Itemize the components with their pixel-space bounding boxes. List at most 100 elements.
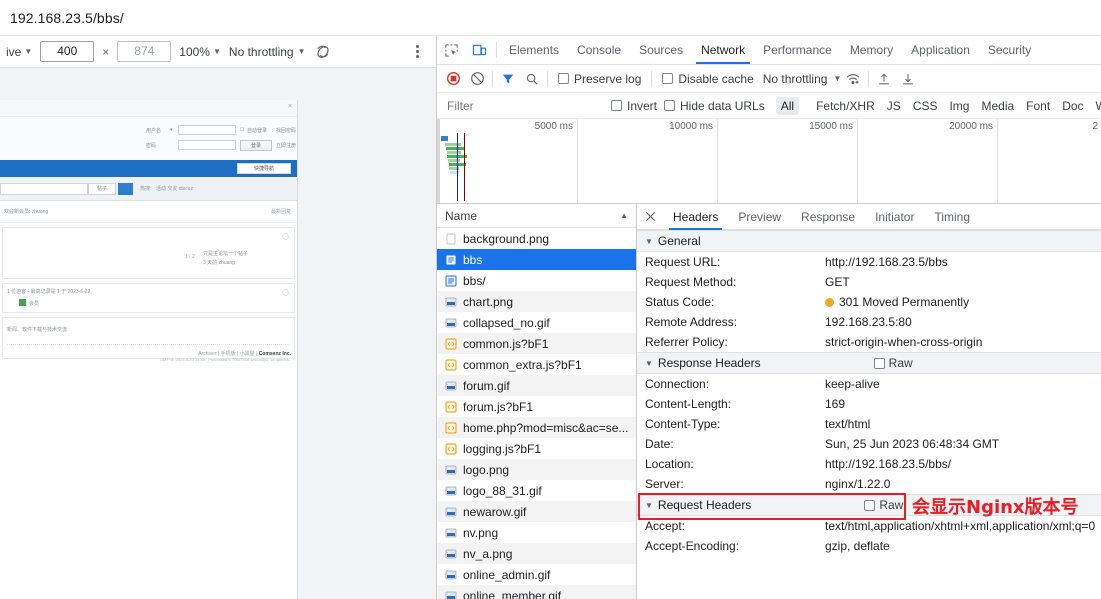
autologin-checkbox[interactable]: ☐ <box>240 127 244 133</box>
raw-toggle-response[interactable]: Raw <box>873 356 913 370</box>
request-row[interactable]: logo_88_31.gif <box>437 480 636 501</box>
tab-sources[interactable]: Sources <box>630 36 692 64</box>
request-row[interactable]: nv_a.png <box>437 543 636 564</box>
tab-network[interactable]: Network <box>692 36 754 64</box>
request-row[interactable]: bbs <box>437 249 636 270</box>
viewport-width-input[interactable]: 400 <box>40 41 95 62</box>
header-value[interactable]: nginx/1.22.0 <box>825 477 890 491</box>
search-icon[interactable] <box>520 67 544 91</box>
detail-tab-response[interactable]: Response <box>791 204 865 230</box>
request-list-header[interactable]: Name ▲ <box>437 204 636 228</box>
find-password-link[interactable]: 找回密码 <box>276 127 296 134</box>
device-toolbar-more-options[interactable] <box>410 45 430 58</box>
header-value[interactable]: gzip, deflate <box>825 539 890 553</box>
detail-tab-initiator[interactable]: Initiator <box>865 204 924 230</box>
header-value[interactable]: Sun, 25 Jun 2023 06:48:34 GMT <box>825 437 999 451</box>
request-row[interactable]: online_member.gif <box>437 585 636 599</box>
collapse-toggle-icon[interactable] <box>282 233 289 240</box>
raw-toggle-request[interactable]: Raw <box>864 498 903 512</box>
block1-thread-title[interactable]: 只是主论坛一个帖子 <box>203 250 248 257</box>
filter-chip-css[interactable]: CSS <box>908 97 943 115</box>
emulated-page-frame[interactable]: × 用户名 ▾ ☐ 自动登录 找回密码 密码 登录 立即注册 快捷导航 帖子 热… <box>0 100 298 599</box>
close-icon[interactable]: × <box>288 103 292 110</box>
request-row[interactable]: forum.js?bF1 <box>437 396 636 417</box>
request-row[interactable]: forum.gif <box>437 375 636 396</box>
request-row[interactable]: home.php?mod=misc&ac=se... <box>437 417 636 438</box>
close-icon[interactable] <box>637 211 663 222</box>
viewport-height-input[interactable]: 874 <box>117 41 172 62</box>
filter-chip-img[interactable]: Img <box>944 97 974 115</box>
invert-checkbox[interactable]: Invert <box>604 99 664 113</box>
export-har-icon[interactable] <box>896 67 920 91</box>
detail-tab-timing[interactable]: Timing <box>924 204 980 230</box>
tab-application[interactable]: Application <box>902 36 979 64</box>
header-value[interactable]: text/html,application/xhtml+xml,applicat… <box>825 519 1095 533</box>
request-row[interactable]: collapsed_no.gif <box>437 312 636 333</box>
filter-chip-all[interactable]: All <box>775 96 800 115</box>
request-row[interactable]: background.png <box>437 228 636 249</box>
search-category-select[interactable]: 帖子 <box>88 183 116 195</box>
login-button[interactable]: 登录 <box>240 140 272 151</box>
filter-input[interactable] <box>445 96 604 115</box>
header-value[interactable]: 169 <box>825 397 845 411</box>
filter-chip-doc[interactable]: Doc <box>1057 97 1088 115</box>
request-row[interactable]: common.js?bF1 <box>437 333 636 354</box>
rotate-icon[interactable] <box>314 43 332 61</box>
password-input[interactable] <box>178 140 236 150</box>
request-row[interactable]: logo.png <box>437 459 636 480</box>
request-row[interactable]: common_extra.js?bF1 <box>437 354 636 375</box>
collapse-toggle-icon[interactable] <box>282 289 289 296</box>
request-list[interactable]: Name ▲ background.png bbs bbs/chart.png col… <box>437 204 637 599</box>
hide-data-urls-checkbox[interactable]: Hide data URLs <box>664 99 772 113</box>
record-stop-icon[interactable] <box>441 67 465 91</box>
network-conditions-icon[interactable] <box>841 67 865 91</box>
header-value[interactable]: 192.168.23.5:80 <box>825 315 912 329</box>
tab-console[interactable]: Console <box>568 36 630 64</box>
filter-icon[interactable] <box>496 67 520 91</box>
sort-ascending-icon[interactable]: ▲ <box>620 211 628 220</box>
detail-tab-preview[interactable]: Preview <box>728 204 791 230</box>
header-value[interactable]: keep-alive <box>825 377 880 391</box>
inspect-element-icon[interactable] <box>437 36 465 64</box>
latest-reply-label[interactable]: 最新回复 <box>271 208 291 215</box>
toggle-device-toolbar-icon[interactable] <box>465 36 493 64</box>
network-throttling-select[interactable]: No throttling ▼ <box>761 72 842 86</box>
filter-chip-ws[interactable]: WS <box>1091 97 1101 115</box>
section-header-response-headers[interactable]: ▼ Response Headers Raw <box>637 352 1101 374</box>
register-link[interactable]: 立即注册 <box>276 142 296 149</box>
filter-chip-font[interactable]: Font <box>1021 97 1055 115</box>
disable-cache-checkbox[interactable]: Disable cache <box>655 72 760 86</box>
header-value[interactable]: strict-origin-when-cross-origin <box>825 335 982 349</box>
import-har-icon[interactable] <box>872 67 896 91</box>
filter-chip-media[interactable]: Media <box>976 97 1019 115</box>
section-header-general[interactable]: ▼ General <box>637 230 1101 252</box>
quick-nav-button[interactable]: 快捷导航 <box>237 163 291 174</box>
hot-search-tags[interactable]: 活动 交友 discuz <box>156 185 193 192</box>
clear-network-log-icon[interactable] <box>465 67 489 91</box>
zoom-select[interactable]: 100% ▼ <box>179 45 221 59</box>
search-input[interactable] <box>0 183 88 195</box>
header-value[interactable]: 301 Moved Permanently <box>825 295 969 309</box>
header-value[interactable]: http://192.168.23.5/bbs <box>825 255 948 269</box>
request-row[interactable]: newarow.gif <box>437 501 636 522</box>
request-row[interactable]: online_admin.gif <box>437 564 636 585</box>
username-input[interactable] <box>178 125 236 135</box>
request-row[interactable]: bbs/ <box>437 270 636 291</box>
device-select[interactable]: ive ▼ <box>6 45 32 59</box>
tab-memory[interactable]: Memory <box>841 36 902 64</box>
request-row[interactable]: logging.js?bF1 <box>437 438 636 459</box>
filter-chip-js[interactable]: JS <box>882 97 906 115</box>
network-overview-timeline[interactable]: 5000 ms 10000 ms 15000 ms 20000 ms 2 <box>437 119 1101 204</box>
request-row[interactable]: chart.png <box>437 291 636 312</box>
device-throttling-select[interactable]: No throttling ▼ <box>229 45 306 59</box>
header-value[interactable]: text/html <box>825 417 870 431</box>
tab-elements[interactable]: Elements <box>500 36 568 64</box>
search-icon[interactable] <box>118 183 133 195</box>
filter-chip-fetch-xhr[interactable]: Fetch/XHR <box>811 97 880 115</box>
preserve-log-checkbox[interactable]: Preserve log <box>551 72 648 86</box>
tab-performance[interactable]: Performance <box>754 36 841 64</box>
detail-tab-headers[interactable]: Headers <box>663 204 728 230</box>
header-value[interactable]: http://192.168.23.5/bbs/ <box>825 457 951 471</box>
header-value[interactable]: GET <box>825 275 850 289</box>
tab-security[interactable]: Security <box>979 36 1040 64</box>
